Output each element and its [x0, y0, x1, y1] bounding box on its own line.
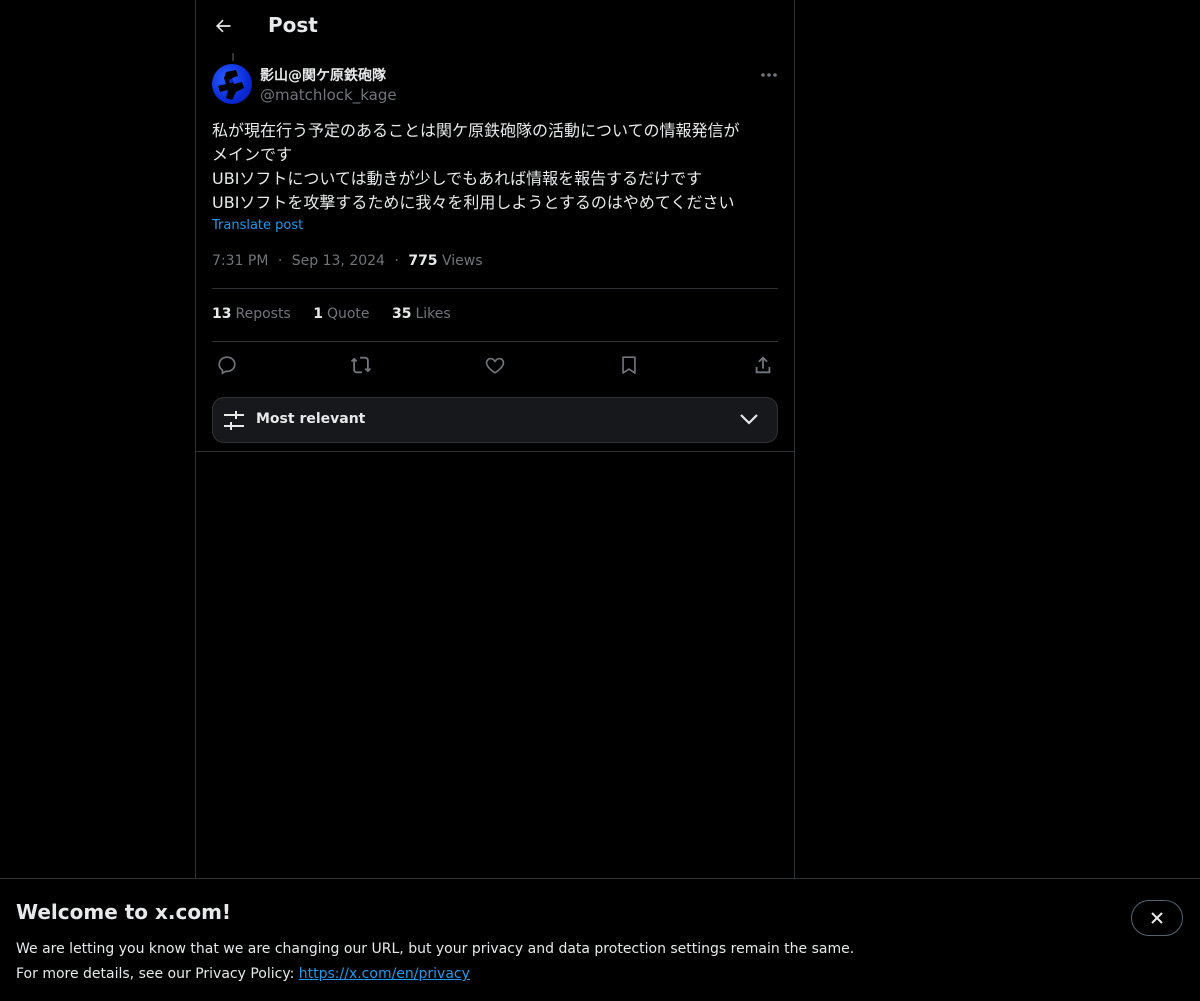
sort-label: Most relevant: [256, 411, 366, 427]
quotes-stat[interactable]: 1 Quote: [313, 306, 369, 322]
back-button[interactable]: [206, 9, 240, 43]
privacy-policy-link[interactable]: https://x.com/en/privacy: [299, 966, 470, 982]
reply-button[interactable]: [212, 350, 242, 380]
reposts-stat[interactable]: 13 Reposts: [212, 306, 291, 322]
banner-title: Welcome to x.com!: [16, 900, 232, 924]
url-change-banner: Welcome to x.com! We are letting you kno…: [0, 878, 1200, 1001]
display-name[interactable]: 影山@関ケ原鉄砲隊: [260, 65, 386, 85]
translate-post-link[interactable]: Translate post: [212, 218, 303, 233]
divider: [212, 288, 778, 289]
more-options-button[interactable]: [754, 63, 784, 87]
more-dots-icon: [761, 73, 777, 77]
quotes-label: Quote: [326, 306, 370, 322]
heart-icon: [485, 357, 505, 374]
close-banner-button[interactable]: [1131, 900, 1183, 936]
user-handle[interactable]: @matchlock_kage: [260, 86, 397, 104]
meta-separator: ·: [394, 253, 399, 269]
views-count: 775: [408, 253, 438, 269]
post-metadata: 7:31 PM · Sep 13, 2024 · 775 Views: [212, 253, 483, 269]
divider: [212, 341, 778, 342]
banner-line-2: For more details, see our Privacy Policy…: [16, 962, 854, 987]
repost-icon: [350, 356, 372, 374]
section-divider: [196, 451, 794, 452]
bookmark-button[interactable]: [614, 350, 644, 380]
main-column: Post 影山@関ケ原鉄砲隊 @matchlock_kage 私が現在行う予定の…: [195, 0, 795, 878]
post-stats: 13 Reposts 1 Quote 35 Likes: [212, 306, 469, 322]
replies-sort-dropdown[interactable]: Most relevant: [212, 397, 778, 443]
page-title: Post: [268, 13, 318, 37]
repost-button[interactable]: [346, 350, 376, 380]
reposts-label: Reposts: [235, 306, 291, 322]
thread-connector: [232, 53, 234, 61]
reply-icon: [218, 356, 236, 375]
banner-line-1: We are letting you know that we are chan…: [16, 941, 855, 957]
reposts-count: 13: [212, 306, 232, 322]
action-bar: [212, 350, 778, 380]
quotes-count: 1: [313, 306, 323, 322]
banner-body: We are letting you know that we are chan…: [16, 937, 854, 987]
meta-separator: ·: [277, 253, 283, 269]
likes-stat[interactable]: 35 Likes: [392, 306, 451, 322]
sliders-icon: [224, 411, 244, 430]
close-icon: [1151, 912, 1163, 924]
top-bar: Post: [196, 0, 794, 53]
share-icon: [755, 356, 771, 374]
avatar[interactable]: [212, 64, 252, 104]
post-text: 私が現在行う予定のあることは関ケ原鉄砲隊の活動についての情報発信が メインです …: [212, 121, 740, 212]
views-label: Views: [442, 253, 483, 269]
avatar-figure-icon: [218, 70, 244, 100]
banner-line-2-text: For more details, see our Privacy Policy…: [16, 966, 299, 982]
share-button[interactable]: [748, 350, 778, 380]
post-time[interactable]: 7:31 PM: [212, 253, 268, 269]
like-button[interactable]: [480, 350, 510, 380]
post-date[interactable]: Sep 13, 2024: [292, 253, 385, 269]
chevron-down-icon: [740, 414, 758, 425]
likes-label: Likes: [415, 306, 451, 322]
arrow-left-icon: [216, 19, 231, 33]
likes-count: 35: [391, 306, 412, 322]
bookmark-icon: [622, 356, 636, 374]
